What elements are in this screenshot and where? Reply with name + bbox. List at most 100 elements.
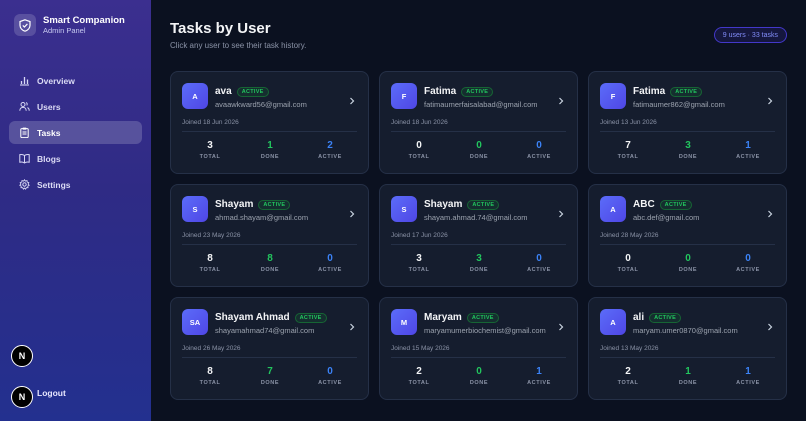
stat-value: 0 xyxy=(625,253,631,264)
gear-icon xyxy=(19,179,30,190)
stat-label: TOTAL xyxy=(408,380,430,386)
stat-value: 0 xyxy=(685,253,691,264)
user-card[interactable]: Aava ACTIVE avaawkward56@gmail.com Joined 1… xyxy=(170,71,369,174)
user-avatar: S xyxy=(391,196,417,222)
stat-total: 3 TOTAL xyxy=(394,253,444,273)
chevron-right-icon[interactable] xyxy=(557,205,565,218)
stat-done: 8 DONE xyxy=(245,253,295,273)
user-email: shayamahmad74@gmail.com xyxy=(215,326,315,335)
page-title: Tasks by User xyxy=(170,20,271,37)
logout-button[interactable]: N Logout xyxy=(11,386,66,408)
stat-value: 2 xyxy=(416,366,422,377)
status-badge: ACTIVE xyxy=(670,86,703,97)
status-badge: ACTIVE xyxy=(467,199,500,210)
chevron-right-icon[interactable] xyxy=(348,92,356,105)
stat-label: TOTAL xyxy=(199,154,221,160)
user-avatar: F xyxy=(391,83,417,109)
user-email: ahmad.shayam@gmail.com xyxy=(215,213,309,222)
joined-date: Joined 17 Jun 2026 xyxy=(391,232,448,239)
sidebar: Smart Companion Admin Panel Overview Use… xyxy=(0,0,151,421)
stat-label: DONE xyxy=(678,380,698,386)
stat-value: 3 xyxy=(476,253,482,264)
user-name: Shayam Ahmad xyxy=(215,312,290,323)
chevron-right-icon[interactable] xyxy=(766,205,774,218)
user-email: abc.def@gmail.com xyxy=(633,213,700,222)
user-name: Fatima xyxy=(633,86,666,97)
stat-label: ACTIVE xyxy=(318,154,342,160)
stat-label: TOTAL xyxy=(408,154,430,160)
stat-label: ACTIVE xyxy=(318,380,342,386)
chevron-right-icon[interactable] xyxy=(766,318,774,331)
stat-active: 0 ACTIVE xyxy=(514,140,564,160)
joined-date: Joined 28 May 2026 xyxy=(600,232,659,239)
stat-label: DONE xyxy=(678,154,698,160)
chevron-right-icon[interactable] xyxy=(348,205,356,218)
stat-label: TOTAL xyxy=(199,380,221,386)
sidebar-item-label: Tasks xyxy=(37,127,61,138)
user-card[interactable]: SA Shayam Ahmad ACTIVE shayamahmad74@gmail.… xyxy=(170,297,369,400)
divider xyxy=(182,131,357,132)
stat-value: 1 xyxy=(536,366,542,377)
joined-date: Joined 26 May 2026 xyxy=(182,345,241,352)
stat-total: 2 TOTAL xyxy=(394,366,444,386)
user-card[interactable]: S Shayam ACTIVE ahmad.shayam@gmail.com Joine… xyxy=(170,184,369,287)
user-email: fatimaumer862@gmail.com xyxy=(633,100,725,109)
sidebar-item-tasks[interactable]: Tasks xyxy=(9,121,142,144)
user-card[interactable]: Aali ACTIVE maryam.umer0870@gmail.com Joine… xyxy=(588,297,787,400)
page-subtitle: Click any user to see their task history… xyxy=(170,41,307,50)
summary-badge: 9 users · 33 tasks xyxy=(713,27,787,43)
stat-total: 0 TOTAL xyxy=(603,253,653,273)
stat-value: 3 xyxy=(416,253,422,264)
brand: Smart Companion Admin Panel xyxy=(14,14,125,36)
stat-label: ACTIVE xyxy=(527,380,551,386)
stat-total: 3 TOTAL xyxy=(185,140,235,160)
avatar[interactable]: N xyxy=(11,345,33,367)
chevron-right-icon[interactable] xyxy=(557,318,565,331)
chevron-right-icon[interactable] xyxy=(557,92,565,105)
joined-date: Joined 13 Jun 2026 xyxy=(600,119,657,126)
stat-value: 3 xyxy=(207,140,213,151)
stat-label: TOTAL xyxy=(617,380,639,386)
stat-value: 0 xyxy=(327,366,333,377)
stat-total: 8 TOTAL xyxy=(185,253,235,273)
user-avatar: A xyxy=(182,83,208,109)
user-card[interactable]: A ABC ACTIVE abc.def@gmail.com Joined 28 May… xyxy=(588,184,787,287)
status-badge: ACTIVE xyxy=(659,199,692,210)
joined-date: Joined 18 Jun 2026 xyxy=(182,119,239,126)
user-name: Shayam xyxy=(215,199,254,210)
user-name: Shayam xyxy=(424,199,463,210)
main-content: Tasks by User Click any user to see thei… xyxy=(151,0,806,421)
divider xyxy=(182,357,357,358)
divider xyxy=(600,244,775,245)
stat-total: 0 TOTAL xyxy=(394,140,444,160)
user-name: ava xyxy=(215,86,232,97)
sidebar-item-overview[interactable]: Overview xyxy=(9,69,142,92)
stat-label: TOTAL xyxy=(617,154,639,160)
status-badge: ACTIVE xyxy=(236,86,269,97)
stat-label: ACTIVE xyxy=(527,154,551,160)
user-card[interactable]: F Fatima ACTIVE fatimaumerfaisalabad@gmail.… xyxy=(379,71,578,174)
sidebar-item-settings[interactable]: Settings xyxy=(9,173,142,196)
user-card[interactable]: F Fatima ACTIVE fatimaumer862@gmail.com Join… xyxy=(588,71,787,174)
user-card[interactable]: S Shayam ACTIVE shayam.ahmad.74@gmail.com Jo… xyxy=(379,184,578,287)
chevron-right-icon[interactable] xyxy=(348,318,356,331)
sidebar-item-label: Settings xyxy=(37,179,71,190)
sidebar-item-blogs[interactable]: Blogs xyxy=(9,147,142,170)
stat-label: DONE xyxy=(260,380,280,386)
chevron-right-icon[interactable] xyxy=(766,92,774,105)
user-card[interactable]: M Maryam ACTIVE maryamumerbiochemist@gmail.… xyxy=(379,297,578,400)
status-badge: ACTIVE xyxy=(294,312,327,323)
user-name: Fatima xyxy=(424,86,457,97)
joined-date: Joined 23 May 2026 xyxy=(182,232,241,239)
user-avatar: SA xyxy=(182,309,208,335)
sidebar-nav: Overview Users Tasks Blogs Settings xyxy=(9,69,142,199)
stat-label: ACTIVE xyxy=(527,267,551,273)
stat-value: 7 xyxy=(267,366,273,377)
sidebar-item-users[interactable]: Users xyxy=(9,95,142,118)
stat-label: TOTAL xyxy=(617,267,639,273)
divider xyxy=(391,357,566,358)
stat-label: DONE xyxy=(469,380,489,386)
stat-total: 7 TOTAL xyxy=(603,140,653,160)
stat-label: ACTIVE xyxy=(736,267,760,273)
stat-done: 3 DONE xyxy=(663,140,713,160)
